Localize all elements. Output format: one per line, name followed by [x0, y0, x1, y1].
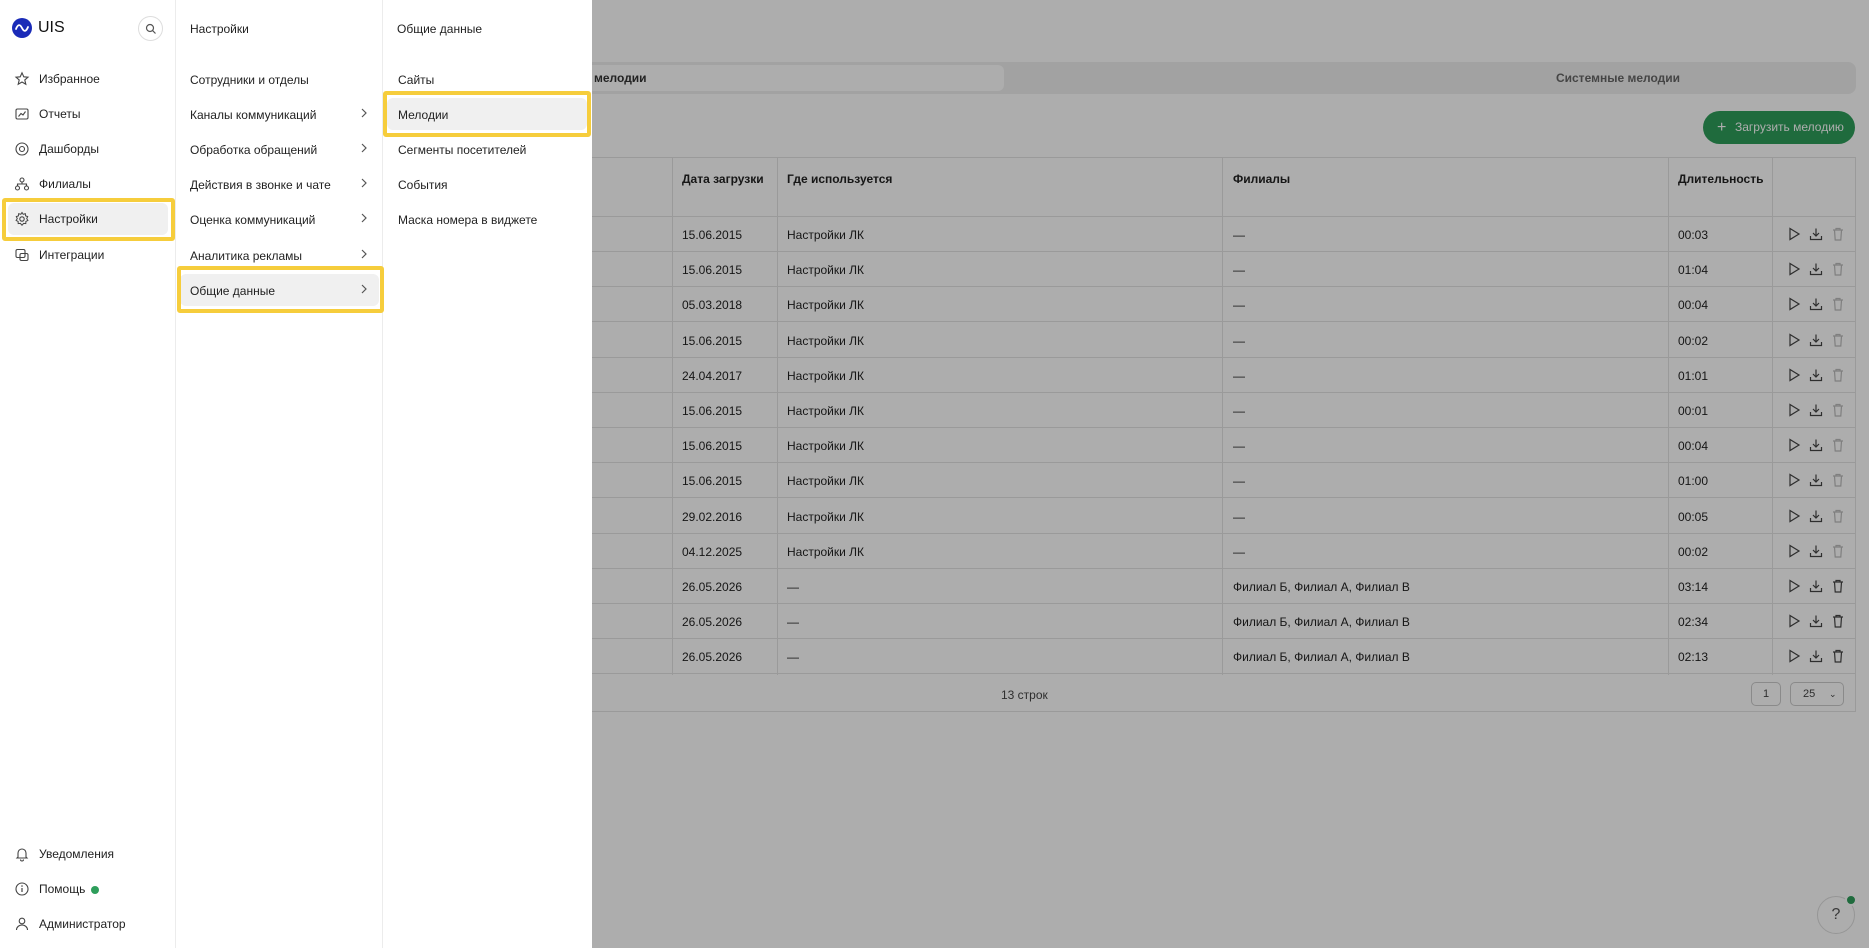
sidebar-item-label: Филиалы	[39, 177, 91, 191]
sidebar-item-integrations[interactable]: Интеграции	[8, 239, 168, 271]
branches-icon	[14, 177, 30, 191]
chevron-right-icon	[361, 108, 367, 118]
sidebar-item-dashboards[interactable]: Дашборды	[8, 133, 168, 165]
dashboard-icon	[15, 142, 29, 156]
sidebar-item-label: Дашборды	[39, 142, 99, 156]
settings-menu-item[interactable]: Общие данные	[180, 274, 379, 306]
general-menu-item[interactable]: Сайты	[387, 63, 587, 95]
sidebar-item-label: Интеграции	[39, 248, 105, 262]
sidebar-item-label: Уведомления	[39, 847, 115, 861]
settings-menu-item[interactable]: Обработка обращений	[180, 133, 379, 165]
settings-menu-item-label: Каналы коммуникаций	[190, 108, 317, 122]
settings-menu-item-label: Обработка обращений	[190, 143, 318, 157]
settings-menu-item[interactable]: Каналы коммуникаций	[180, 98, 379, 130]
chevron-right-icon	[361, 143, 367, 153]
sidebar-item-help-text: Помощь	[39, 882, 100, 896]
settings-menu-item[interactable]: Действия в звонке и чате	[180, 168, 379, 200]
sidebar-item-label: Администратор	[39, 917, 126, 931]
settings-submenu: Настройки Сотрудники и отделы Каналы комм…	[176, 0, 383, 948]
uis-logo-icon	[12, 18, 32, 38]
help-status-dot	[91, 885, 100, 894]
sidebar-item-help[interactable]: Помощь	[8, 873, 168, 905]
settings-menu-item[interactable]: Оценка коммуникаций	[180, 203, 379, 235]
settings-menu-item[interactable]: Сотрудники и отделы	[180, 63, 379, 95]
reports-icon	[15, 108, 29, 120]
general-menu-item-label: Сайты	[398, 73, 435, 87]
sidebar-item-label: Избранное	[39, 72, 100, 86]
sidebar-item-label: Отчеты	[39, 107, 81, 121]
sidebar-item-reports[interactable]: Отчеты	[8, 98, 168, 130]
sidebar-item-label: Настройки	[39, 212, 98, 226]
star-icon	[14, 71, 30, 86]
general-data-submenu: Общие данные Сайты Мелодии Сегменты посети…	[383, 0, 592, 948]
sidebar-item-admin[interactable]: Администратор	[8, 908, 168, 940]
general-menu-item-label: Мелодии	[398, 108, 449, 122]
general-menu-item-label: Сегменты посетителей	[398, 143, 527, 157]
sidebar-item-settings[interactable]: Настройки	[8, 203, 168, 235]
general-menu-item[interactable]: События	[387, 168, 587, 200]
general-menu-title: Общие данные	[397, 22, 483, 36]
general-menu-item-label: Маска номера в виджете	[398, 213, 538, 227]
app-logo-text: UIS	[38, 19, 65, 36]
settings-menu-item-label: Аналитика рекламы	[190, 249, 303, 263]
search-icon	[145, 23, 156, 34]
settings-menu-title: Настройки	[190, 22, 249, 36]
sidebar-item-label: Помощь	[39, 882, 86, 896]
settings-menu-item[interactable]: Аналитика рекламы	[180, 239, 379, 271]
bell-icon	[15, 848, 29, 862]
search-button[interactable]	[138, 16, 163, 41]
main-sidebar: UIS Избранное Отчеты Дашборды Филиалы На…	[0, 0, 176, 948]
general-menu-item[interactable]: Сегменты посетителей	[387, 133, 587, 165]
chevron-right-icon	[361, 284, 367, 294]
chevron-right-icon	[361, 178, 367, 188]
sidebar-item-branches[interactable]: Филиалы	[8, 168, 168, 200]
integrations-icon	[15, 248, 29, 262]
settings-menu-item-label: Действия в звонке и чате	[190, 178, 331, 192]
general-menu-item[interactable]: Мелодии	[387, 98, 587, 130]
gear-icon	[15, 211, 29, 226]
general-menu-item[interactable]: Маска номера в виджете	[387, 203, 587, 235]
settings-menu-item-label: Оценка коммуникаций	[190, 213, 316, 227]
user-icon	[15, 917, 29, 931]
sidebar-item-notifications[interactable]: Уведомления	[8, 838, 168, 870]
general-menu-item-label: События	[398, 178, 448, 192]
settings-menu-item-label: Общие данные	[190, 284, 276, 298]
sidebar-item-favorites[interactable]: Избранное	[8, 63, 168, 95]
chevron-right-icon	[361, 213, 367, 223]
settings-menu-item-label: Сотрудники и отделы	[190, 73, 309, 87]
info-icon	[15, 882, 29, 896]
chevron-right-icon	[361, 249, 367, 259]
